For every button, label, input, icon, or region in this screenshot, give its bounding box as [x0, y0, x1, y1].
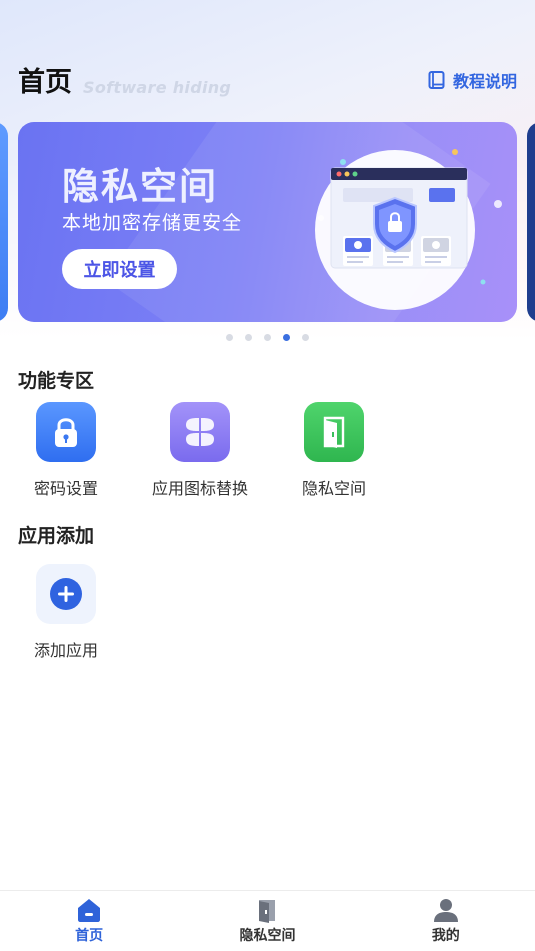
- tab-home-label: 首页: [75, 928, 104, 944]
- home-icon: [78, 899, 101, 922]
- privacy-space-item[interactable]: 隐私空间: [274, 402, 394, 499]
- page-title: 首页: [18, 67, 72, 98]
- carousel-dot[interactable]: [226, 334, 233, 341]
- password-settings-label: 密码设置: [33, 479, 98, 498]
- app-icon-replace-label: 应用图标替换: [151, 479, 248, 498]
- next-banner-peek[interactable]: [527, 122, 535, 322]
- door-icon: [304, 402, 364, 462]
- banner-title: 隐私空间: [62, 165, 218, 208]
- carousel-dot[interactable]: [264, 334, 271, 341]
- tutorial-link[interactable]: 教程说明: [427, 68, 517, 92]
- door-icon: [259, 900, 276, 923]
- add-app-label: 添加应用: [33, 641, 98, 660]
- add-circle-icon: [36, 564, 96, 624]
- privacy-space-label: 隐私空间: [301, 479, 366, 498]
- tab-home[interactable]: 首页: [0, 891, 178, 951]
- tab-mine[interactable]: 我的: [357, 891, 535, 951]
- app-icon-replace-item[interactable]: 应用图标替换: [140, 402, 260, 499]
- lock-icon: [36, 402, 96, 462]
- page-subtitle: Software hiding: [83, 78, 232, 97]
- add-app-item[interactable]: 添加应用: [6, 564, 126, 661]
- banner-carousel[interactable]: 隐私空间 本地加密存储更安全 立即设置: [0, 122, 535, 322]
- user-icon: [433, 899, 458, 922]
- tab-privacy-space-label: 隐私空间: [239, 928, 296, 944]
- carousel-dot[interactable]: [302, 334, 309, 341]
- carousel-indicator: [0, 334, 535, 341]
- carousel-dot[interactable]: [245, 334, 252, 341]
- setup-now-button[interactable]: 立即设置: [62, 249, 177, 289]
- book-icon: [428, 71, 445, 89]
- tab-privacy-space[interactable]: 隐私空间: [178, 891, 356, 951]
- four-petal-icon: [170, 402, 230, 462]
- page-header: 首页 Software hiding 教程说明: [18, 58, 517, 98]
- prev-banner-peek[interactable]: [0, 122, 8, 322]
- features-section-title: 功能专区: [18, 370, 95, 392]
- apps-section-title: 应用添加: [18, 525, 95, 547]
- bottom-tab-bar: 首页 隐私空间 我的: [0, 890, 535, 951]
- shield-browser-illustration-icon: [315, 149, 502, 310]
- tab-mine-label: 我的: [431, 928, 460, 944]
- carousel-dot-active[interactable]: [283, 334, 290, 341]
- tutorial-label: 教程说明: [452, 72, 517, 91]
- password-settings-item[interactable]: 密码设置: [6, 402, 126, 499]
- banner-subtitle: 本地加密存储更安全: [62, 212, 243, 234]
- privacy-space-banner[interactable]: 隐私空间 本地加密存储更安全 立即设置: [18, 122, 517, 322]
